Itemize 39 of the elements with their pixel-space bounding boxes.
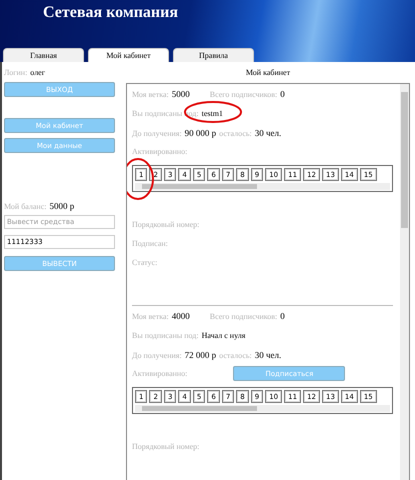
panel-title: Мой кабинет — [246, 68, 290, 77]
detail-label: Статус: — [132, 258, 158, 267]
nav-tab[interactable]: Главная — [3, 48, 84, 62]
site-title: Сетевая компания — [42, 3, 178, 22]
remaining-value: 30 чел. — [254, 128, 282, 138]
detail-label: Подписан: — [132, 239, 168, 248]
circle-mark — [127, 158, 154, 200]
branch-value: 4000 — [172, 311, 190, 321]
activated-label: Активированно: — [132, 369, 188, 378]
subscribed-value: Начал с нуля — [202, 331, 246, 340]
subscribers-label: Всего подписчиков: — [210, 312, 278, 321]
login-value: олег — [30, 68, 46, 77]
detail-label: Порядковый номер: — [132, 220, 200, 229]
remaining-value: 30 чел. — [254, 350, 282, 360]
circle-mark — [184, 101, 242, 123]
subscribed-value: testm1 — [202, 109, 223, 118]
branch-label: Моя ветка: — [132, 312, 169, 321]
subscribers-label: Всего подписчиков: — [210, 90, 278, 99]
branch-label: Моя ветка: — [132, 90, 169, 99]
subscribers-value: 0 — [280, 89, 285, 99]
nav-tab[interactable]: Правила — [173, 48, 254, 62]
horizontal-scrollbar[interactable] — [135, 405, 390, 412]
balance-label: Мой баланс: — [4, 202, 46, 211]
activated-label: Активированно: — [132, 147, 188, 156]
remaining-label: осталось: — [219, 351, 252, 360]
balance-value: 5000 р — [49, 201, 74, 211]
horizontal-scrollbar[interactable] — [135, 183, 390, 190]
payout-value: 72 000 р — [184, 350, 216, 360]
vertical-scrollbar[interactable] — [400, 84, 409, 480]
payout-value: 90 000 р — [184, 128, 216, 138]
nav-tab[interactable]: Мой кабинет — [88, 48, 169, 62]
detail-label: Порядковый номер: — [132, 442, 200, 451]
payout-label: До получения: — [132, 351, 182, 360]
payout-label: До получения: — [132, 129, 182, 138]
login-label: Логин: — [4, 68, 28, 77]
subscribed-label: Вы подписаны под: — [132, 331, 199, 340]
subscribers-value: 0 — [280, 311, 285, 321]
remaining-label: осталось: — [219, 129, 252, 138]
branch-value: 5000 — [172, 89, 190, 99]
